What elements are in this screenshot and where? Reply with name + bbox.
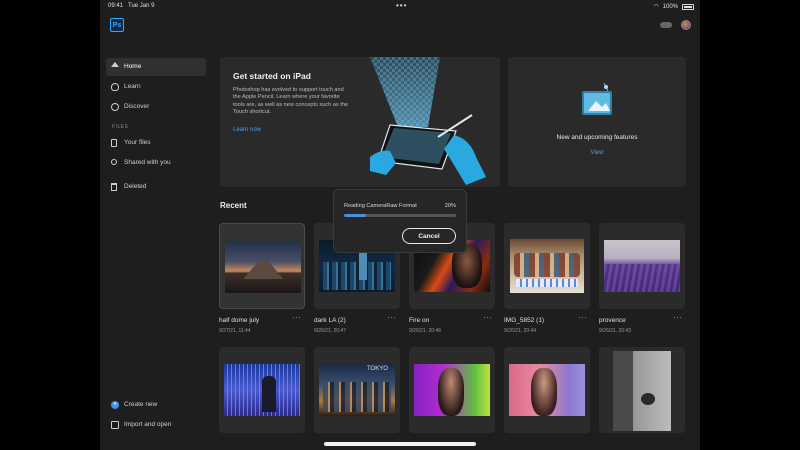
progress-bar bbox=[344, 214, 456, 217]
status-date: Tue Jan 9 bbox=[128, 3, 155, 9]
progress-fill bbox=[344, 214, 367, 217]
ipad-screen: 09:41 Tue Jan 9 ••• ◠ 100% Ps Home Learn… bbox=[100, 0, 700, 450]
file-name: provence bbox=[599, 317, 626, 324]
import-open-label: Import and open bbox=[124, 421, 172, 428]
more-options-icon[interactable]: ··· bbox=[483, 313, 493, 322]
cloud-icon[interactable] bbox=[660, 22, 672, 28]
import-icon bbox=[111, 421, 119, 429]
shared-icon bbox=[111, 159, 117, 165]
sidebar-item-label: Learn bbox=[124, 83, 141, 90]
hero-body: Photoshop has evolved to support touch a… bbox=[233, 87, 349, 116]
file-thumbnail bbox=[604, 240, 680, 292]
import-open-button[interactable]: Import and open bbox=[106, 416, 206, 434]
sidebar-item-home[interactable]: Home bbox=[106, 58, 206, 76]
cancel-button[interactable]: Cancel bbox=[402, 228, 456, 244]
progress-percent: 20% bbox=[444, 203, 456, 209]
recent-file-card[interactable] bbox=[409, 347, 495, 433]
file-thumbnail bbox=[510, 239, 584, 293]
letterbox-left bbox=[0, 0, 100, 450]
more-options-icon[interactable]: ··· bbox=[673, 313, 683, 322]
globe-icon bbox=[111, 103, 119, 111]
more-options-icon[interactable]: ··· bbox=[578, 313, 588, 322]
multitask-dots-icon[interactable]: ••• bbox=[396, 1, 407, 10]
file-name: dark LA (2) bbox=[314, 317, 346, 324]
get-started-card[interactable]: Get started on iPad Photoshop has evolve… bbox=[220, 57, 500, 187]
file-name: IMG_5852 (1) bbox=[504, 317, 545, 324]
sidebar-item-your-files[interactable]: Your files bbox=[106, 134, 206, 152]
plus-icon: + bbox=[111, 401, 119, 409]
recent-file-card[interactable] bbox=[219, 347, 305, 433]
battery-icon bbox=[682, 3, 694, 10]
recent-file-card[interactable] bbox=[504, 347, 590, 433]
recent-heading: Recent bbox=[220, 201, 247, 210]
more-options-icon[interactable]: ··· bbox=[292, 313, 302, 322]
view-link[interactable]: View bbox=[508, 150, 686, 156]
file-thumbnail bbox=[613, 351, 671, 431]
more-options-icon[interactable]: ··· bbox=[387, 313, 397, 322]
recent-file-card[interactable] bbox=[219, 223, 305, 309]
progress-label: Reading CameraRaw Format bbox=[344, 203, 417, 209]
learn-now-link[interactable]: Learn now bbox=[233, 127, 261, 133]
file-date: 9/27/21, 11:44 bbox=[219, 328, 251, 334]
sidebar-item-label: Deleted bbox=[124, 183, 147, 190]
file-date: 9/26/21, 20:46 bbox=[409, 328, 441, 334]
file-thumbnail bbox=[225, 241, 301, 293]
features-icon bbox=[582, 82, 612, 115]
file-name: half dome july bbox=[219, 317, 260, 324]
sidebar-item-label: Discover bbox=[124, 103, 150, 110]
status-right: ◠ 100% bbox=[653, 3, 694, 10]
ipad-pencil-illustration bbox=[370, 57, 486, 185]
file-date: 9/26/21, 20:43 bbox=[599, 328, 631, 334]
create-new-label: Create new bbox=[124, 401, 158, 408]
photoshop-logo[interactable]: Ps bbox=[110, 18, 124, 32]
file-date: 9/26/21, 20:47 bbox=[314, 328, 346, 334]
sidebar-item-discover[interactable]: Discover bbox=[106, 98, 206, 116]
recent-file-card[interactable] bbox=[504, 223, 590, 309]
recent-file-card[interactable]: TOKYO bbox=[314, 347, 400, 433]
sidebar-item-label: Home bbox=[124, 63, 142, 70]
home-indicator[interactable] bbox=[324, 442, 476, 446]
sidebar-item-deleted[interactable]: Deleted bbox=[106, 178, 206, 196]
file-date: 9/26/21, 20:44 bbox=[504, 328, 536, 334]
features-title: New and upcoming features bbox=[556, 134, 638, 141]
file-icon bbox=[111, 139, 117, 147]
file-thumbnail bbox=[224, 364, 300, 416]
new-features-card[interactable]: New and upcoming features View bbox=[508, 57, 686, 187]
file-thumbnail bbox=[509, 364, 585, 416]
sidebar-bottom: + Create new Import and open bbox=[106, 396, 206, 436]
file-thumbnail bbox=[414, 364, 490, 416]
create-new-button[interactable]: + Create new bbox=[106, 396, 206, 414]
progress-dialog: Reading CameraRaw Format 20% Cancel bbox=[334, 190, 466, 252]
wifi-icon: ◠ bbox=[653, 4, 659, 10]
letterbox-right bbox=[700, 0, 800, 450]
file-name: Fire on bbox=[409, 317, 430, 324]
sidebar-item-shared[interactable]: Shared with you bbox=[106, 154, 206, 172]
home-icon bbox=[111, 62, 119, 67]
sidebar: Home Learn Discover FILES Your files Sha… bbox=[106, 58, 206, 198]
avatar[interactable] bbox=[681, 20, 691, 30]
battery-percent: 100% bbox=[662, 3, 678, 10]
sidebar-item-label: Shared with you bbox=[124, 159, 171, 166]
file-thumbnail: TOKYO bbox=[319, 364, 395, 416]
status-bar: 09:41 Tue Jan 9 ••• ◠ 100% bbox=[100, 0, 700, 12]
recent-file-card[interactable] bbox=[599, 347, 685, 433]
lightbulb-icon bbox=[111, 83, 119, 91]
hero-title: Get started on iPad bbox=[233, 71, 311, 81]
recent-file-card[interactable] bbox=[599, 223, 685, 309]
sidebar-item-learn[interactable]: Learn bbox=[106, 78, 206, 96]
files-section-label: FILES bbox=[112, 124, 129, 130]
trash-icon bbox=[111, 183, 117, 191]
status-time: 09:41 bbox=[108, 3, 124, 9]
sidebar-item-label: Your files bbox=[124, 139, 151, 146]
